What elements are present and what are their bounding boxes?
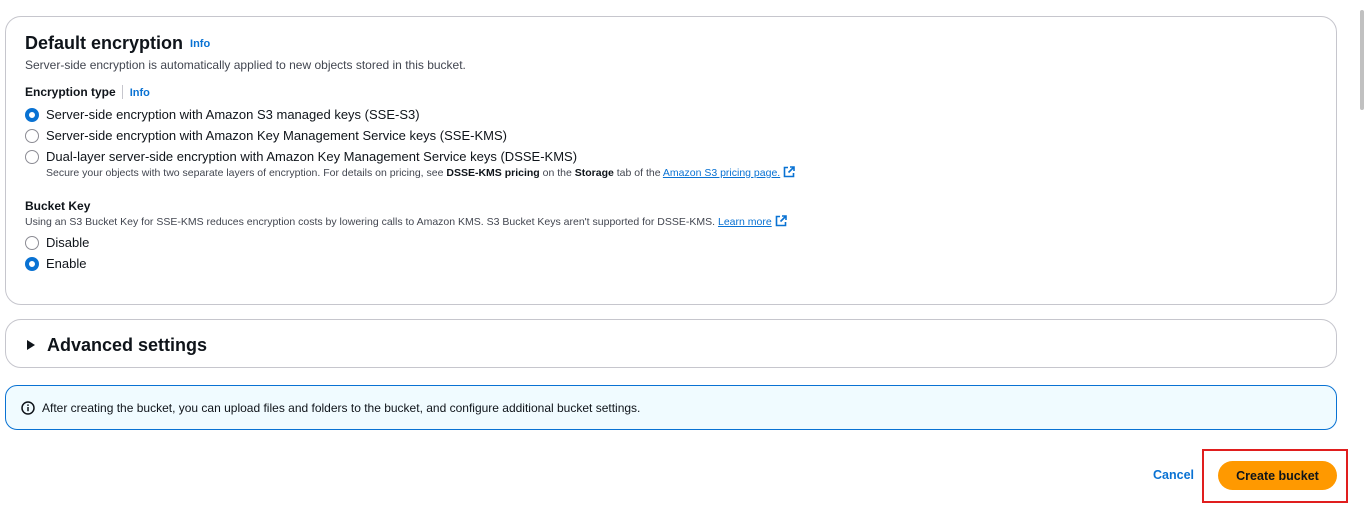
info-alert: After creating the bucket, you can uploa… [5,385,1337,430]
default-encryption-panel: Default encryption Info Server-side encry… [5,16,1337,305]
radio-sse-kms-label: Server-side encryption with Amazon Key M… [46,128,507,143]
storage-bold: Storage [574,167,614,179]
info-circle-icon [21,401,35,415]
caret-right-icon[interactable] [27,340,35,350]
bucket-key-label: Bucket Key [25,199,91,213]
radio-dsse-kms-label: Dual-layer server-side encryption with A… [46,149,578,164]
radio-dsse-kms[interactable]: Dual-layer server-side encryption with A… [25,149,577,164]
radio-disable-label: Disable [46,235,90,250]
external-link-icon[interactable] [783,166,796,178]
learn-more-link[interactable]: Learn more [718,216,772,228]
radio-unchecked-icon[interactable] [25,128,39,143]
external-link-icon[interactable] [775,215,787,227]
default-encryption-description: Server-side encryption is automatically … [25,58,466,72]
advanced-settings-title[interactable]: Advanced settings [47,335,207,356]
dsse-desc-text: tab of the [613,167,663,179]
dsse-desc-text: Secure your objects with two separate la… [46,167,447,179]
encryption-type-label-row: Encryption type Info [25,85,150,99]
radio-checked-icon[interactable] [25,107,39,122]
advanced-settings-expander[interactable]: Advanced settings [5,319,1337,368]
encryption-type-info-link[interactable]: Info [130,87,150,99]
default-encryption-header: Default encryption Info [25,33,210,54]
scrollbar-thumb[interactable] [1360,10,1364,110]
radio-enable-label: Enable [46,256,87,271]
radio-sse-kms[interactable]: Server-side encryption with Amazon Key M… [25,128,507,143]
bucket-key-desc-text: Using an S3 Bucket Key for SSE-KMS reduc… [25,216,716,228]
radio-checked-icon[interactable] [25,256,39,271]
create-bucket-button[interactable]: Create bucket [1218,461,1337,490]
encryption-type-label: Encryption type [25,85,116,99]
radio-unchecked-icon[interactable] [25,149,39,164]
alert-text: After creating the bucket, you can uploa… [42,401,641,415]
bucket-key-description: Using an S3 Bucket Key for SSE-KMS reduc… [25,215,787,228]
default-encryption-title: Default encryption [25,33,184,53]
radio-bucket-key-enable[interactable]: Enable [25,256,86,271]
divider [121,85,123,99]
s3-pricing-link[interactable]: Amazon S3 pricing page. [663,167,780,179]
cancel-button[interactable]: Cancel [1153,468,1194,482]
default-encryption-info-link[interactable]: Info [190,38,210,50]
radio-sse-s3-label: Server-side encryption with Amazon S3 ma… [46,107,420,122]
radio-unchecked-icon[interactable] [25,235,39,250]
radio-sse-s3[interactable]: Server-side encryption with Amazon S3 ma… [25,107,420,122]
dsse-kms-description: Secure your objects with two separate la… [46,166,796,179]
radio-bucket-key-disable[interactable]: Disable [25,235,89,250]
dsse-pricing-bold: DSSE-KMS pricing [446,167,540,179]
dsse-desc-text: on the [539,167,575,179]
